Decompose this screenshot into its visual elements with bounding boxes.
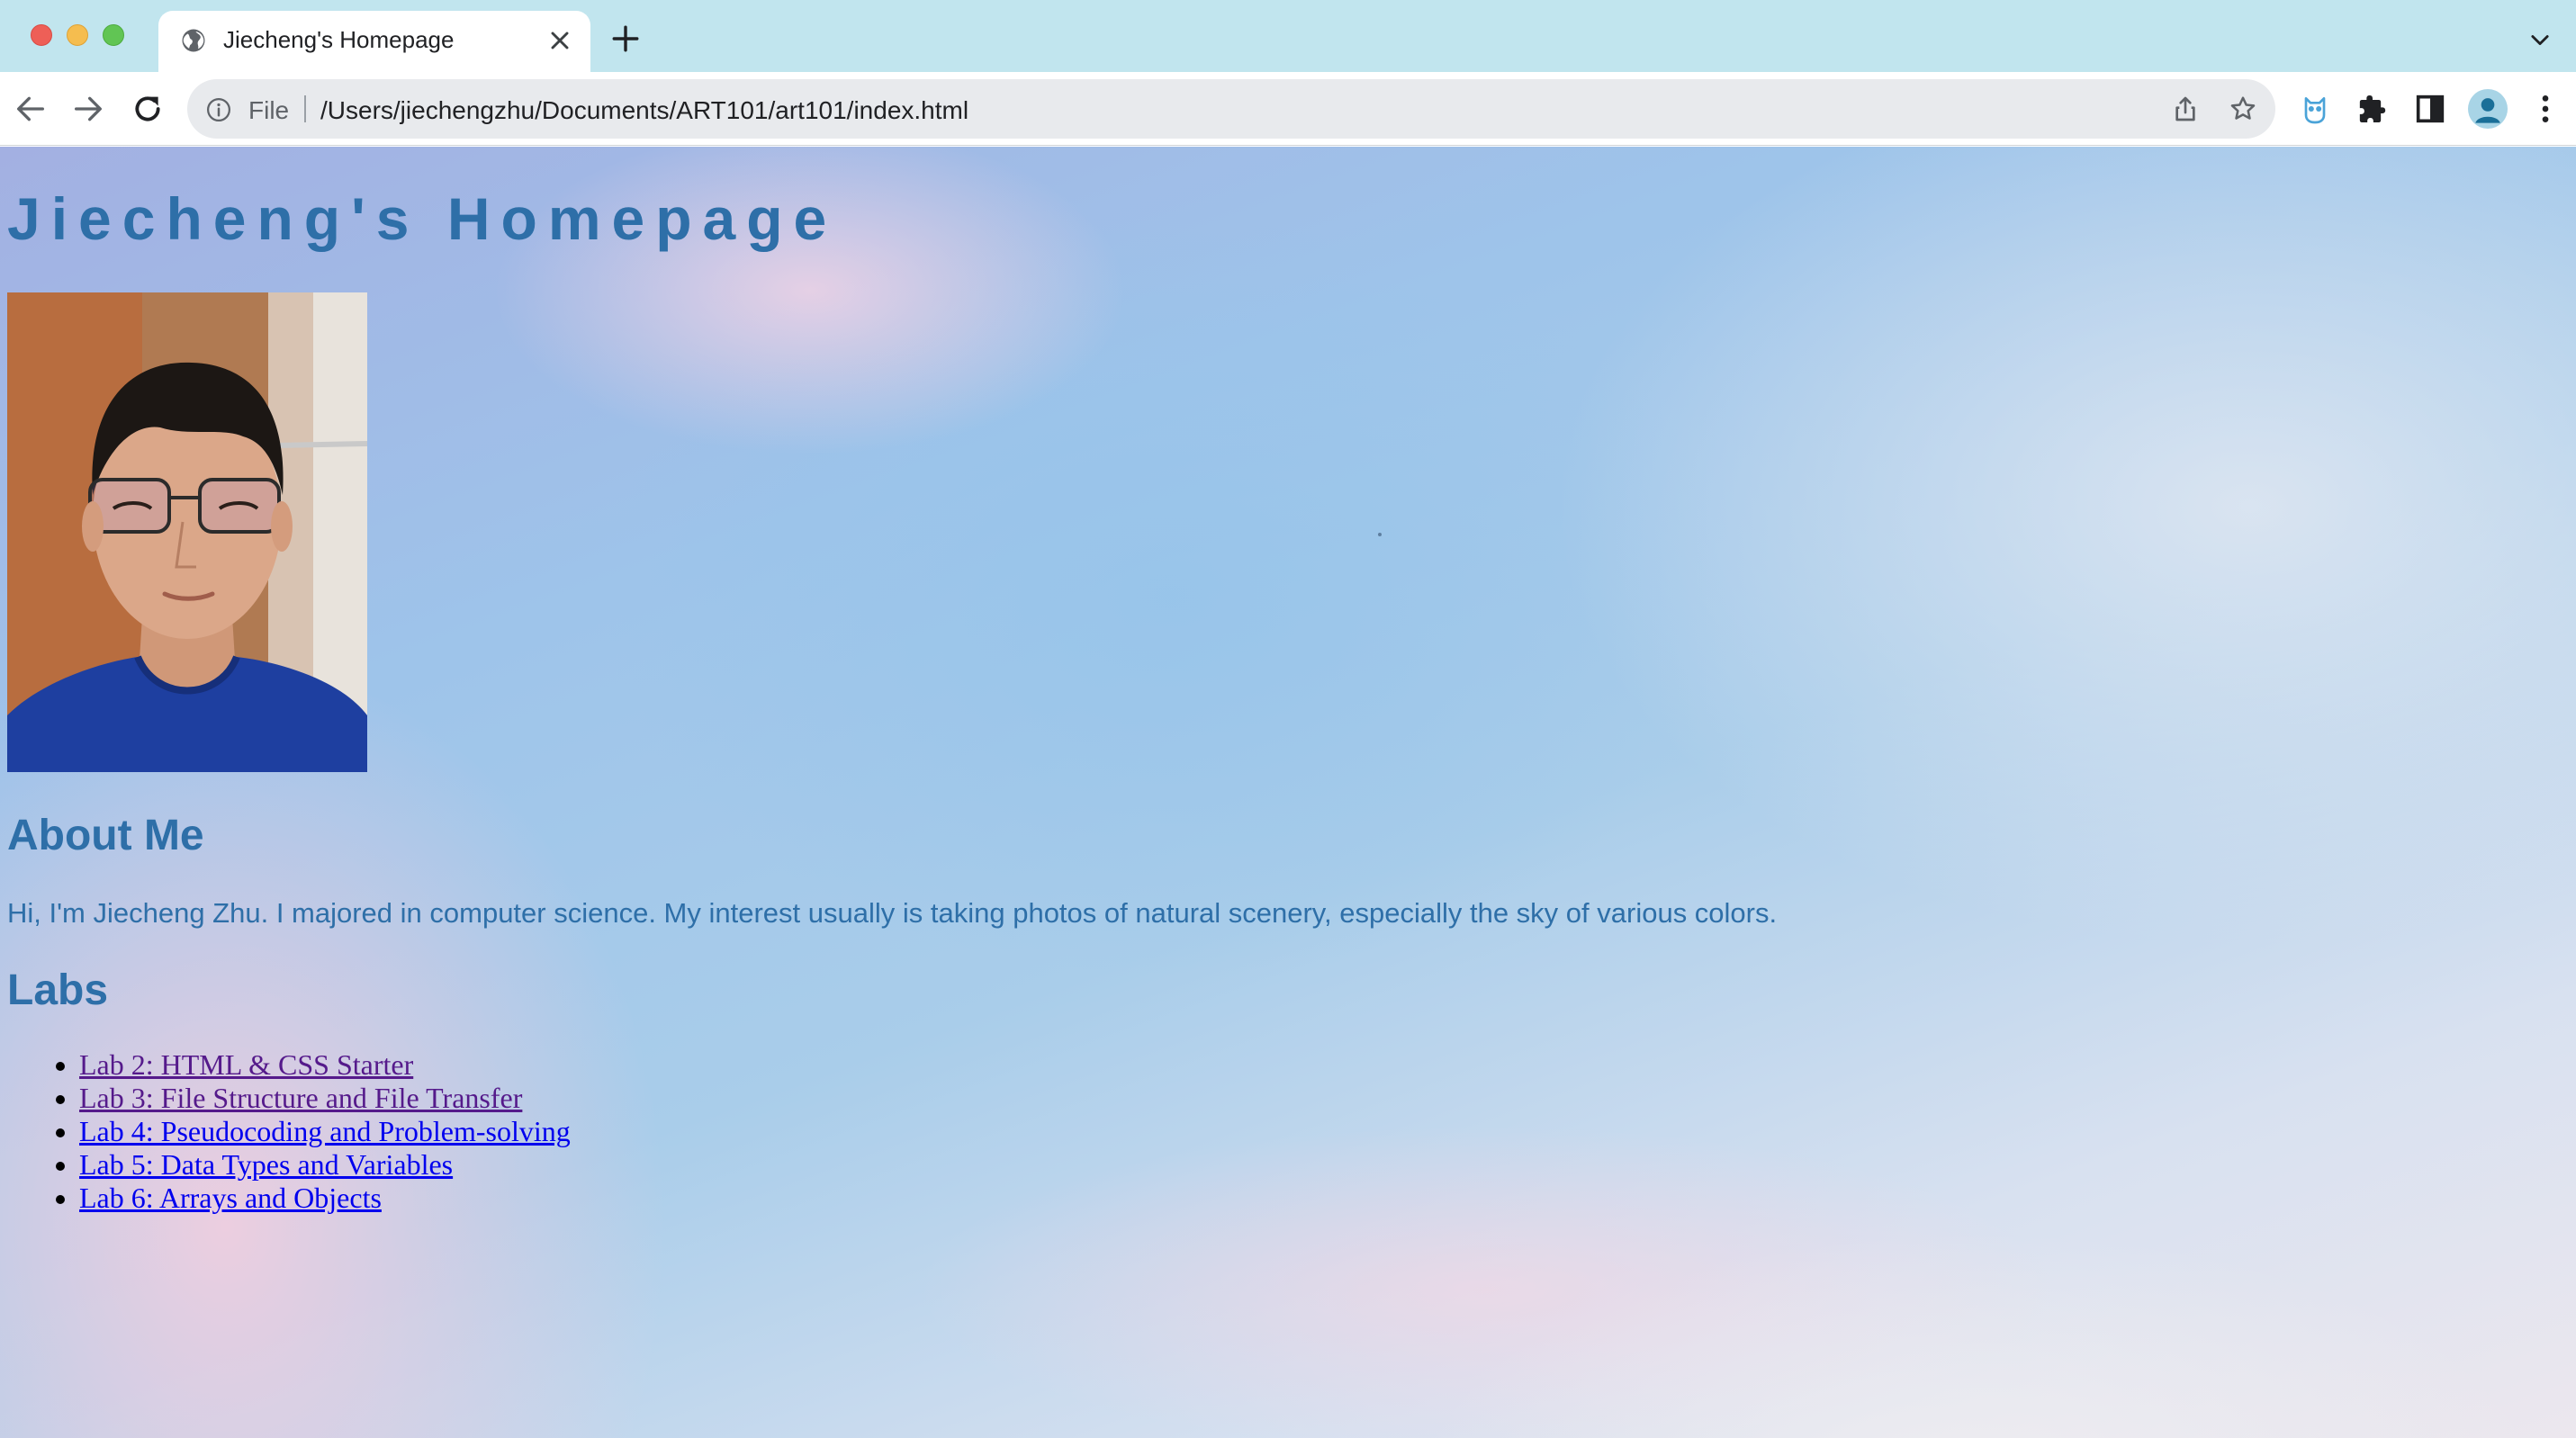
lab-link-2[interactable]: Lab 2: HTML & CSS Starter	[79, 1048, 413, 1081]
browser-window: Jiecheng's Homepage File /Users/jiecheng…	[0, 0, 2576, 1438]
kebab-menu-icon[interactable]	[2527, 91, 2563, 127]
puzzle-icon[interactable]	[2355, 91, 2391, 127]
back-arrow-icon[interactable]	[13, 91, 49, 127]
lab-link-5[interactable]: Lab 5: Data Types and Variables	[79, 1148, 453, 1181]
browser-toolbar: File /Users/jiechengzhu/Documents/ART101…	[0, 72, 2576, 146]
page-viewport[interactable]: Jiecheng's Homepage About Me Hi, I'm Jie…	[0, 147, 2576, 1438]
about-heading: About Me	[7, 812, 204, 859]
lab-link-4[interactable]: Lab 4: Pseudocoding and Problem-solving	[79, 1115, 571, 1147]
address-divider	[304, 95, 306, 122]
window-minimize-button[interactable]	[67, 24, 88, 46]
tab-strip: Jiecheng's Homepage	[0, 0, 2576, 72]
close-icon[interactable]	[545, 26, 574, 55]
star-icon[interactable]	[2229, 94, 2257, 123]
window-maximize-button[interactable]	[103, 24, 124, 46]
labs-list: Lab 2: HTML & CSS Starter Lab 3: File St…	[7, 1048, 571, 1215]
plus-icon[interactable]	[610, 23, 641, 54]
profile-avatar-icon[interactable]	[2468, 89, 2508, 129]
labs-heading: Labs	[7, 966, 109, 1014]
globe-icon	[182, 29, 205, 52]
lab-link-6[interactable]: Lab 6: Arrays and Objects	[79, 1182, 382, 1214]
address-bar[interactable]: File /Users/jiechengzhu/Documents/ART101…	[187, 79, 2275, 139]
profile-photo	[7, 292, 367, 772]
owl-extension-icon[interactable]	[2297, 91, 2333, 127]
reload-icon[interactable]	[130, 91, 166, 127]
info-icon[interactable]	[205, 96, 232, 123]
list-item: Lab 2: HTML & CSS Starter	[79, 1048, 571, 1082]
tab-title: Jiecheng's Homepage	[223, 26, 455, 53]
forward-arrow-icon[interactable]	[70, 91, 106, 127]
about-text: Hi, I'm Jiecheng Zhu. I majored in compu…	[7, 897, 1778, 929]
active-tab[interactable]: Jiecheng's Homepage	[158, 11, 590, 72]
lab-link-3[interactable]: Lab 3: File Structure and File Transfer	[79, 1082, 522, 1114]
list-item: Lab 5: Data Types and Variables	[79, 1148, 571, 1182]
list-item: Lab 3: File Structure and File Transfer	[79, 1082, 571, 1115]
side-panel-icon[interactable]	[2412, 91, 2448, 127]
share-icon[interactable]	[2171, 94, 2200, 123]
scheme-label: File	[248, 96, 290, 124]
list-item: Lab 6: Arrays and Objects	[79, 1182, 571, 1215]
chevron-down-icon[interactable]	[2527, 27, 2553, 52]
window-close-button[interactable]	[31, 24, 52, 46]
page-title: Jiecheng's Homepage	[7, 185, 838, 252]
list-item: Lab 4: Pseudocoding and Problem-solving	[79, 1115, 571, 1148]
sky-speck	[1378, 533, 1382, 536]
url-text[interactable]: /Users/jiechengzhu/Documents/ART101/art1…	[320, 96, 968, 125]
